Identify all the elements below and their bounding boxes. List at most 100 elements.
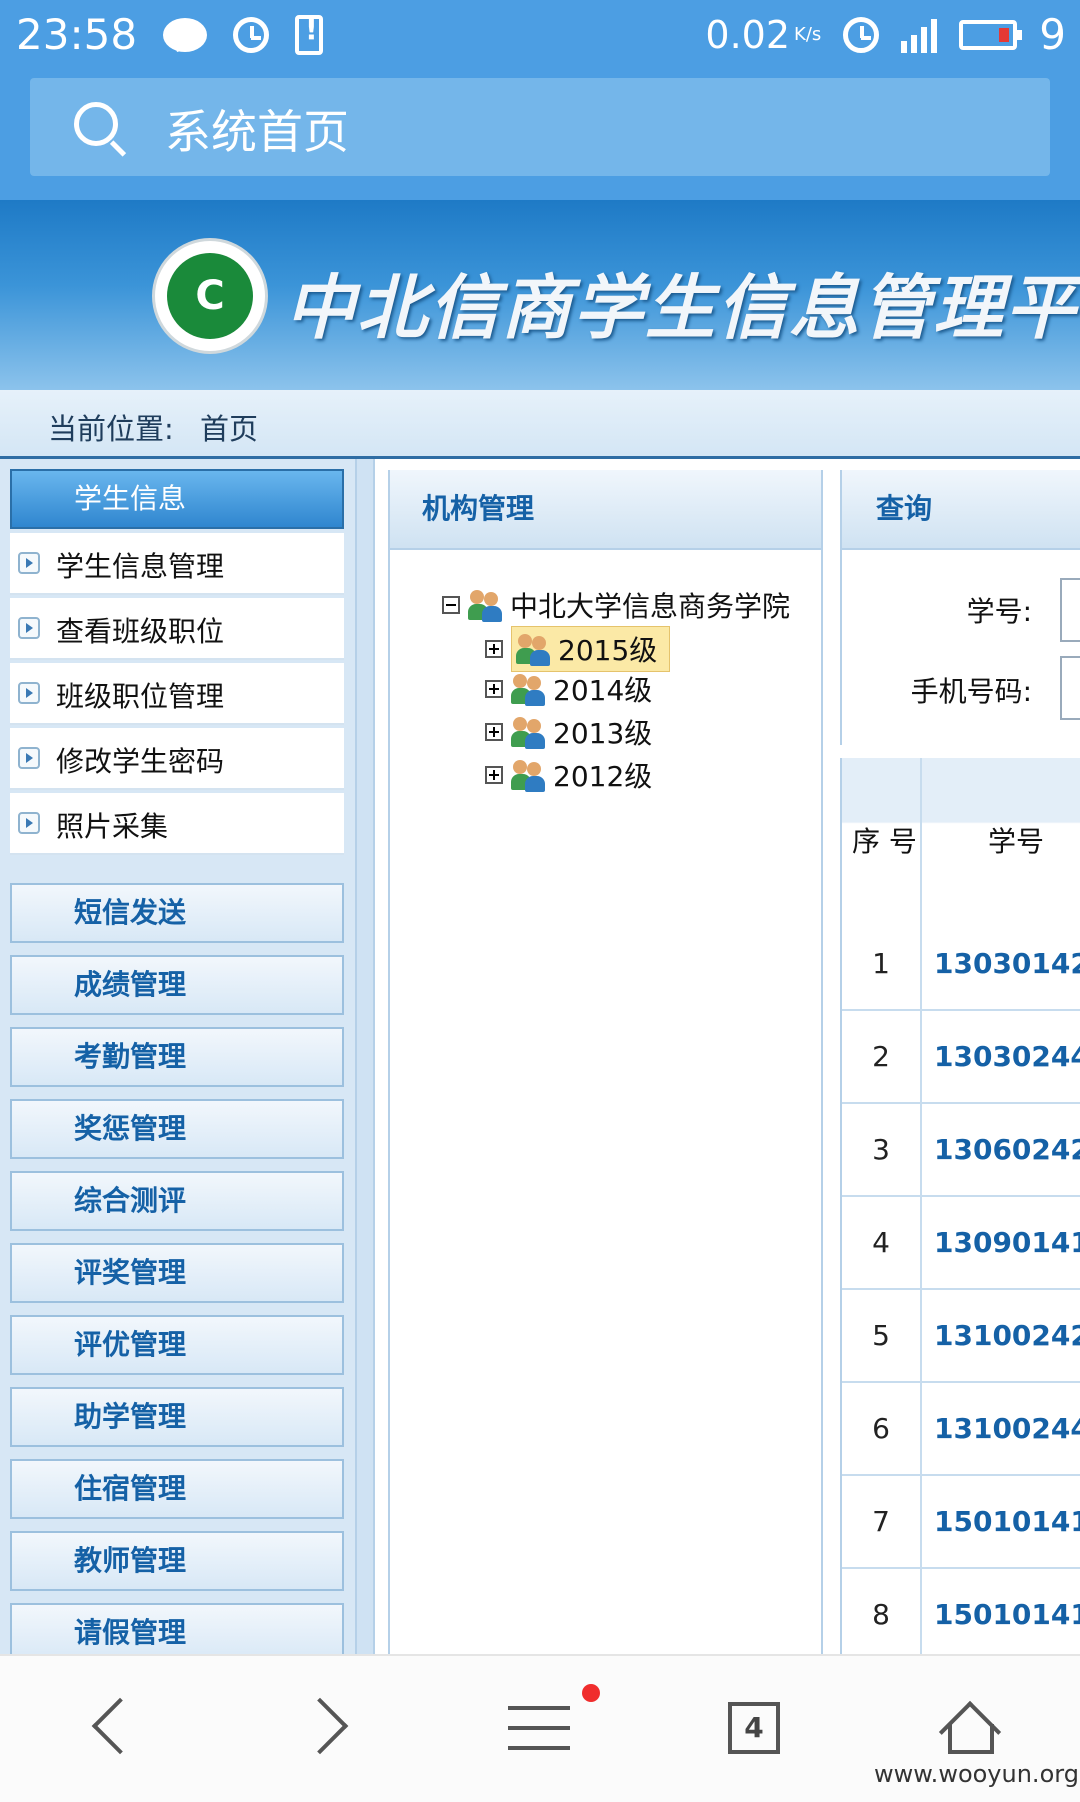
- sidebar-button-rewards-penalties[interactable]: 奖惩管理: [10, 1099, 344, 1159]
- student-id-link[interactable]: 131002443: [934, 1383, 1080, 1474]
- student-id-input[interactable]: [1060, 578, 1080, 642]
- sidebar-item-change-student-password[interactable]: 修改学生密码: [10, 728, 344, 790]
- browser-bottom-bar: 4 www.wooyun.org: [0, 1654, 1080, 1802]
- battery-level: 9: [1039, 10, 1066, 59]
- student-id-link[interactable]: 130302442: [934, 1011, 1080, 1102]
- org-tree-panel: 机构管理 中北大学信息商务学院 2015级 2014级 2013级 2012级: [388, 470, 823, 1654]
- sidebar-button-grades[interactable]: 成绩管理: [10, 955, 344, 1015]
- signal-icon: [901, 17, 938, 53]
- table-row: 1 130301422: [842, 918, 1080, 1011]
- row-index: 2: [842, 1011, 922, 1102]
- group-icon: [516, 632, 552, 666]
- table-row: 2 130302442: [842, 1011, 1080, 1104]
- table-row: 8 150101410: [842, 1569, 1080, 1654]
- arrow-right-icon: [18, 682, 40, 704]
- student-id-link[interactable]: 130602424: [934, 1104, 1080, 1195]
- student-id-link[interactable]: 150101410: [934, 1569, 1080, 1654]
- table-row: 3 130602424: [842, 1104, 1080, 1197]
- sidebar-item-label: 照片采集: [56, 810, 169, 843]
- sidebar-button-financial-aid[interactable]: 助学管理: [10, 1387, 344, 1447]
- sidebar-item-label: 班级职位管理: [56, 680, 225, 713]
- browser-toolbar: 系统首页: [0, 72, 1080, 200]
- address-bar[interactable]: 系统首页: [30, 78, 1050, 176]
- arrow-right-icon: [18, 812, 40, 834]
- sidebar-item-view-class-positions[interactable]: 查看班级职位: [10, 598, 344, 660]
- breadcrumb: 当前位置: 首页: [0, 390, 1080, 459]
- expand-icon[interactable]: [485, 680, 503, 698]
- tree-node-2013[interactable]: 2013级: [485, 712, 652, 752]
- tree-node-label: 中北大学信息商务学院: [510, 590, 791, 623]
- sidebar-item-photo-capture[interactable]: 照片采集: [10, 793, 344, 855]
- group-icon: [511, 715, 547, 749]
- tree-node-label: 2015级: [558, 634, 658, 667]
- arrow-right-icon: [18, 617, 40, 639]
- tree-node-2014[interactable]: 2014级: [485, 669, 652, 709]
- sidebar-button-teachers[interactable]: 教师管理: [10, 1531, 344, 1591]
- query-panel-title: 查询: [842, 470, 1080, 550]
- sidebar-item-label: 查看班级职位: [56, 615, 225, 648]
- battery-icon: [959, 19, 1023, 50]
- table-row: 6 131002443: [842, 1383, 1080, 1476]
- row-index: 3: [842, 1104, 922, 1195]
- sidebar: 学生信息 学生信息管理 查看班级职位 班级职位管理 修改学生密码 照片采集 短信…: [0, 459, 355, 1663]
- arrow-right-icon: [18, 552, 40, 574]
- network-speed: 0.02: [705, 12, 791, 57]
- table-row: 5 131002424: [842, 1290, 1080, 1383]
- student-id-link[interactable]: 130301422: [934, 918, 1080, 1009]
- row-index: 1: [842, 918, 922, 1009]
- tree-node-2012[interactable]: 2012级: [485, 755, 652, 795]
- group-icon: [468, 588, 504, 622]
- breadcrumb-current[interactable]: 首页: [200, 406, 258, 448]
- address-text: 系统首页: [165, 105, 349, 159]
- expand-icon[interactable]: [485, 640, 503, 658]
- expand-icon[interactable]: [485, 723, 503, 741]
- site-title: 中北信商学生信息管理平台: [285, 267, 1080, 349]
- table-row: 4 130901415: [842, 1197, 1080, 1290]
- collapse-icon[interactable]: [442, 596, 460, 614]
- expand-icon[interactable]: [485, 766, 503, 784]
- alarm-icon: [843, 16, 880, 53]
- tree-node-label: 2013级: [553, 717, 653, 750]
- sidebar-item-student-info-management[interactable]: 学生信息管理: [10, 533, 344, 595]
- sidebar-button-sms[interactable]: 短信发送: [10, 883, 344, 943]
- sidebar-item-class-position-management[interactable]: 班级职位管理: [10, 663, 344, 725]
- tree-node-label: 2012级: [553, 760, 653, 793]
- sidebar-button-excellence[interactable]: 评优管理: [10, 1315, 344, 1375]
- org-panel-title: 机构管理: [390, 470, 821, 550]
- student-id-link[interactable]: 130901415: [934, 1197, 1080, 1288]
- group-icon: [511, 672, 547, 706]
- student-id-link[interactable]: 131002424: [934, 1290, 1080, 1381]
- phone-input[interactable]: [1060, 656, 1080, 720]
- student-id-link[interactable]: 150101410: [934, 1476, 1080, 1567]
- notification-dot: [582, 1684, 600, 1702]
- alarm-icon: [233, 16, 270, 53]
- sidebar-item-label: 修改学生密码: [56, 745, 225, 778]
- row-index: 5: [842, 1290, 922, 1381]
- sidebar-button-awards[interactable]: 评奖管理: [10, 1243, 344, 1303]
- arrow-right-icon: [18, 747, 40, 769]
- status-bar: 23:58 0.02 K/s 9: [0, 0, 1080, 72]
- tabs-icon[interactable]: 4: [728, 1702, 780, 1754]
- home-icon[interactable]: [944, 1700, 998, 1756]
- back-icon[interactable]: [91, 1697, 149, 1755]
- student-id-label: 学号:: [966, 595, 1032, 628]
- tree-node-selected[interactable]: 2015级: [511, 626, 671, 672]
- status-time: 23:58: [16, 10, 138, 59]
- sidebar-section-student-info[interactable]: 学生信息: [10, 469, 344, 529]
- query-panel: 查询 学号: 手机号码:: [840, 470, 1080, 745]
- network-speed-unit: K/s: [794, 24, 822, 45]
- menu-icon[interactable]: [508, 1706, 570, 1752]
- tree-node-label: 2014级: [553, 674, 653, 707]
- battery-alert-icon: [295, 13, 324, 55]
- row-index: 6: [842, 1383, 922, 1474]
- tree-node-root[interactable]: 中北大学信息商务学院: [442, 585, 790, 625]
- sidebar-button-attendance[interactable]: 考勤管理: [10, 1027, 344, 1087]
- tree-node-2015[interactable]: 2015级: [485, 626, 671, 672]
- forward-icon[interactable]: [291, 1697, 349, 1755]
- sidebar-button-evaluation[interactable]: 综合测评: [10, 1171, 344, 1231]
- column-header-student-id: 学号: [922, 758, 1080, 918]
- column-header-index: 序 号: [842, 758, 922, 918]
- panel-splitter[interactable]: [355, 459, 375, 1654]
- sidebar-button-housing[interactable]: 住宿管理: [10, 1459, 344, 1519]
- phone-label: 手机号码:: [910, 675, 1032, 708]
